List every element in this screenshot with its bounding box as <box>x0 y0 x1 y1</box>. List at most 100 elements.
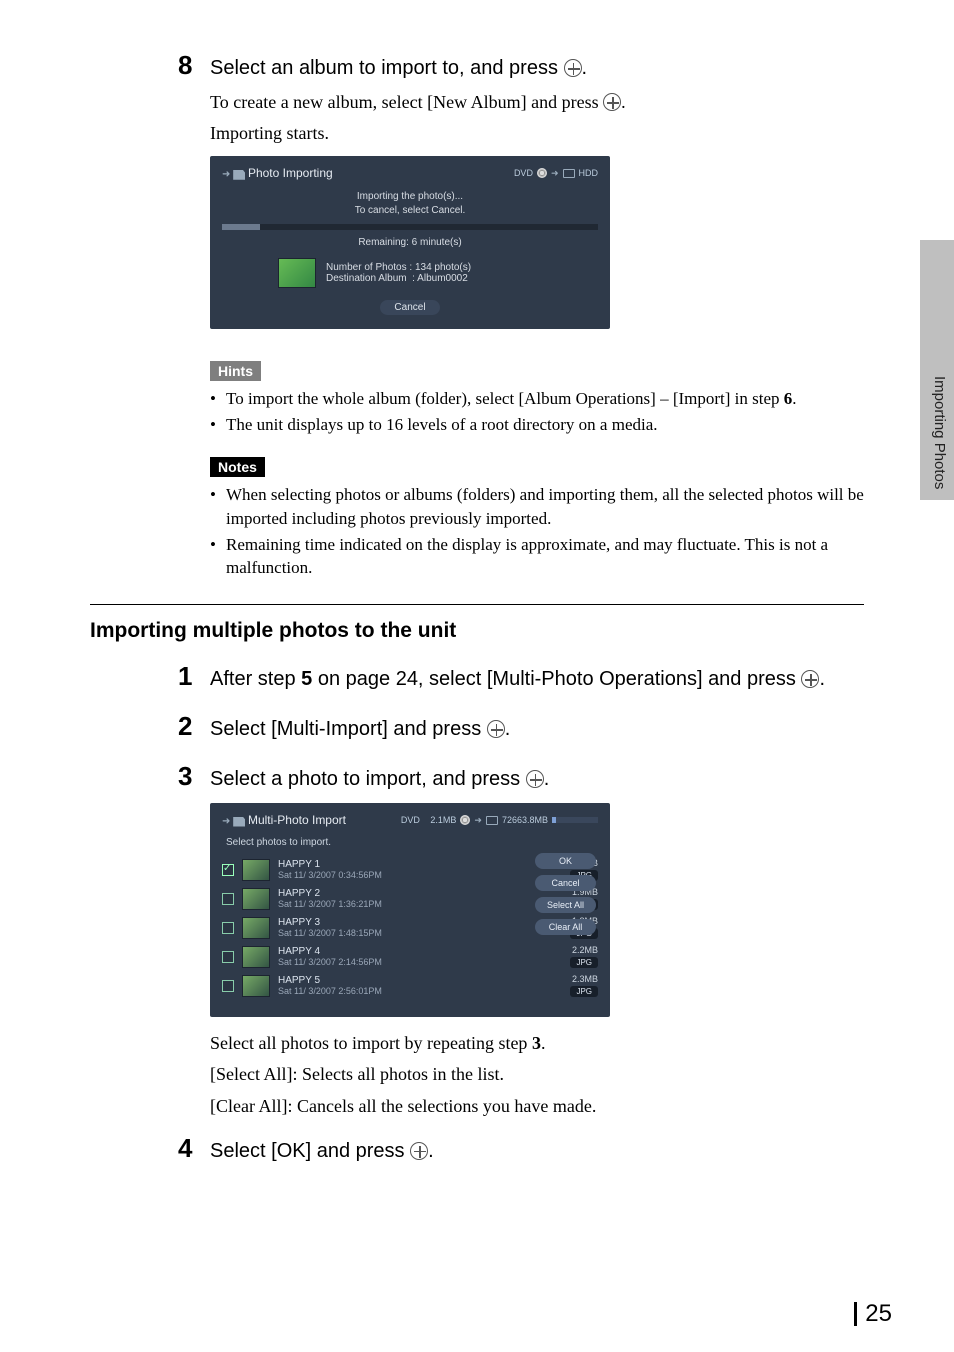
step-8-title-b: . <box>582 57 588 79</box>
step-1-a: After step <box>210 668 301 690</box>
item-name: HAPPY 5 <box>278 975 548 986</box>
panel2-title-wrap: ➜ Multi-Photo Import <box>222 813 346 827</box>
disc-icon <box>537 168 547 178</box>
item-meta: HAPPY 4Sat 11/ 3/2007 2:14:56PM <box>278 946 548 967</box>
after-step3-l1: Select all photos to import by repeating… <box>210 1031 864 1056</box>
step-1-number: 1 <box>178 661 210 692</box>
panel1-msg1: Importing the photo(s)... <box>222 190 598 204</box>
ok-button[interactable]: OK <box>535 853 596 869</box>
item-meta: HAPPY 5Sat 11/ 3/2007 2:56:01PM <box>278 975 548 996</box>
panel1-title: Photo Importing <box>248 166 333 180</box>
hint-1-step: 6 <box>784 389 793 408</box>
page-number-bar <box>854 1302 857 1326</box>
section-title: Importing multiple photos to the unit <box>90 619 864 643</box>
step-3: 3 Select a photo to import, and press . <box>178 761 864 793</box>
enter-icon <box>487 720 505 738</box>
hints-list: To import the whole album (folder), sele… <box>210 387 864 437</box>
step-4-a: Select [OK] and press <box>210 1140 410 1162</box>
item-name: HAPPY 2 <box>278 888 548 899</box>
clear-all-button[interactable]: Clear All <box>535 919 596 935</box>
cancel-button[interactable]: Cancel <box>380 300 439 315</box>
checkbox[interactable] <box>222 864 234 876</box>
checkbox[interactable] <box>222 980 234 992</box>
step-4-number: 4 <box>178 1133 210 1164</box>
enter-icon <box>801 670 819 688</box>
panel2-subtitle: Select photos to import. <box>226 837 598 848</box>
storage-bar <box>552 817 598 823</box>
item-format-tag: JPG <box>570 957 598 968</box>
hdd-icon <box>486 816 498 825</box>
progress-bar <box>222 224 598 230</box>
enter-icon <box>526 770 544 788</box>
status-hdd: HDD <box>579 168 599 178</box>
thumbnail-icon <box>242 859 270 881</box>
step-2-a: Select [Multi-Import] and press <box>210 718 487 740</box>
num-photos-label: Number of Photos <box>326 262 407 273</box>
sd-card-icon <box>233 170 245 180</box>
item-date: Sat 11/ 3/2007 0:34:56PM <box>278 870 548 880</box>
item-date: Sat 11/ 3/2007 2:56:01PM <box>278 986 548 996</box>
step-1-five: 5 <box>301 668 312 690</box>
step-2-number: 2 <box>178 711 210 742</box>
item-size-col: 2.2MB JPG <box>556 945 598 968</box>
page-number: 25 <box>854 1300 892 1328</box>
step-4-b: . <box>428 1140 434 1162</box>
step-8-body-1a: To create a new album, select [New Album… <box>210 92 603 112</box>
status-dvd: DVD <box>514 168 533 178</box>
page-number-value: 25 <box>865 1300 892 1327</box>
enter-icon <box>410 1142 428 1160</box>
checkbox[interactable] <box>222 893 234 905</box>
arrow-icon: ➜ <box>474 815 482 826</box>
item-date: Sat 11/ 3/2007 1:48:15PM <box>278 928 548 938</box>
item-meta: HAPPY 1Sat 11/ 3/2007 0:34:56PM <box>278 859 548 880</box>
panel1-info: Number of Photos : 134 photo(s) Destinat… <box>278 258 598 288</box>
thumbnail-icon <box>242 888 270 910</box>
step-8-body-2: Importing starts. <box>210 121 864 146</box>
sd-card-icon <box>233 817 245 827</box>
item-date: Sat 11/ 3/2007 1:36:21PM <box>278 899 548 909</box>
step-8-body-1: To create a new album, select [New Album… <box>210 90 864 115</box>
select-all-button[interactable]: Select All <box>535 897 596 913</box>
dest-value: : Album0002 <box>412 273 468 284</box>
thumbnail-icon <box>242 975 270 997</box>
item-meta: HAPPY 3Sat 11/ 3/2007 1:48:15PM <box>278 917 548 938</box>
panel1-info-text: Number of Photos : 134 photo(s) Destinat… <box>326 262 471 284</box>
after-step3-l2: [Select All]: Selects all photos in the … <box>210 1062 864 1087</box>
panel2-cur-size: 2.1MB <box>430 815 456 825</box>
item-format-tag: JPG <box>570 986 598 997</box>
item-size: 2.2MB <box>556 945 598 955</box>
item-date: Sat 11/ 3/2007 2:14:56PM <box>278 957 548 967</box>
dest-label: Destination Album <box>326 273 407 284</box>
step-2: 2 Select [Multi-Import] and press . <box>178 711 864 743</box>
progress-fill <box>222 224 260 230</box>
num-photos-value: : 134 photo(s) <box>409 262 471 273</box>
step-4-text: Select [OK] and press . <box>210 1138 434 1165</box>
hdd-icon <box>563 169 575 178</box>
page-content: 8 Select an album to import to, and pres… <box>0 0 954 1203</box>
item-name: HAPPY 3 <box>278 917 548 928</box>
section-separator <box>90 604 864 605</box>
panel2-side-buttons: OK Cancel Select All Clear All <box>535 853 596 935</box>
hints-chip: Hints <box>210 361 261 381</box>
thumbnail-icon <box>242 917 270 939</box>
note-item: When selecting photos or albums (folders… <box>210 483 864 531</box>
panel1-msg: Importing the photo(s)... To cancel, sel… <box>222 190 598 218</box>
checkbox[interactable] <box>222 951 234 963</box>
step-8-body-1b: . <box>621 92 626 112</box>
item-name: HAPPY 4 <box>278 946 548 957</box>
step-3-b: . <box>544 768 550 790</box>
list-item[interactable]: HAPPY 5Sat 11/ 3/2007 2:56:01PM2.3MBJPG <box>222 974 598 997</box>
step-2-text: Select [Multi-Import] and press . <box>210 716 510 743</box>
item-meta: HAPPY 2Sat 11/ 3/2007 1:36:21PM <box>278 888 548 909</box>
thumbnail-icon <box>278 258 316 288</box>
panel1-title-wrap: ➜ Photo Importing <box>222 166 333 180</box>
steps-1-4: 1 After step 5 on page 24, select [Multi… <box>178 661 864 1165</box>
step-4: 4 Select [OK] and press . <box>178 1133 864 1165</box>
arrow-icon: ➜ <box>551 168 559 179</box>
thumbnail-icon <box>242 946 270 968</box>
step-3-a: Select a photo to import, and press <box>210 768 526 790</box>
panel1-cancel-wrap: Cancel <box>222 300 598 315</box>
list-item[interactable]: HAPPY 4Sat 11/ 3/2007 2:14:56PM 2.2MB JPG <box>222 945 598 968</box>
cancel-button[interactable]: Cancel <box>535 875 596 891</box>
checkbox[interactable] <box>222 922 234 934</box>
